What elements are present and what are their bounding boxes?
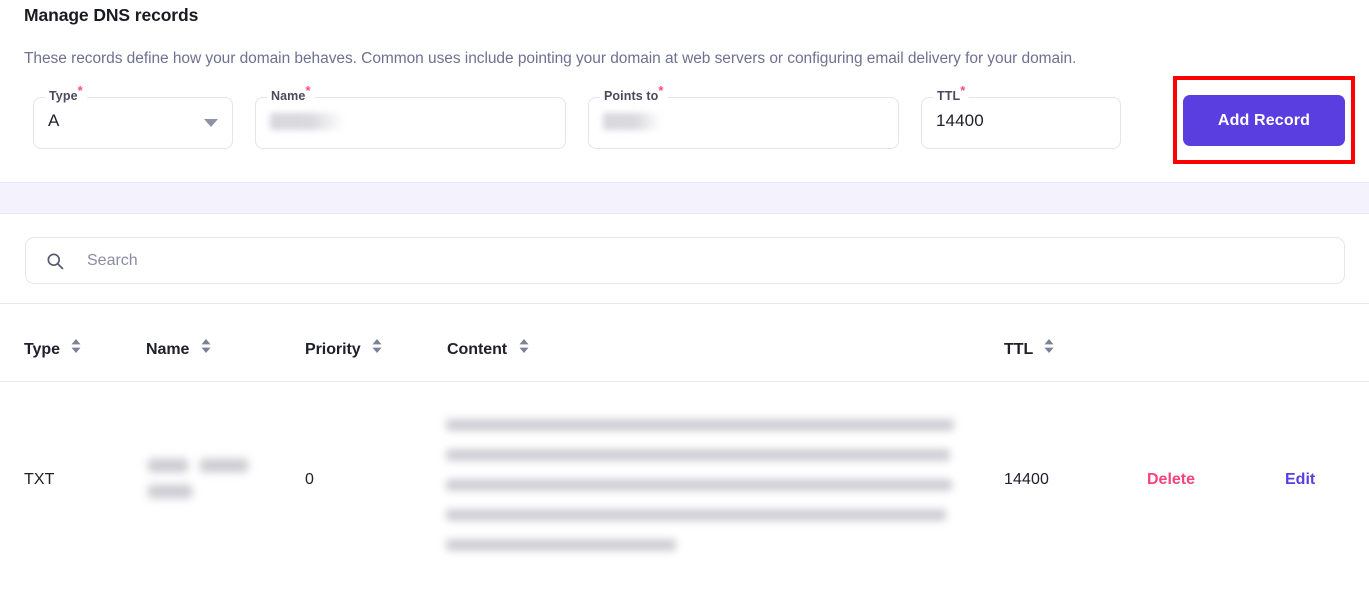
column-header-ttl-label: TTL [1004, 341, 1033, 358]
edit-button[interactable]: Edit [1285, 471, 1315, 489]
divider-below-header [0, 381, 1369, 382]
add-record-form: Type* A Name* Points to* TTL* 14400 [0, 84, 1369, 166]
cell-content-redacted [446, 408, 958, 558]
points-to-value-redacted [603, 113, 661, 130]
points-to-field[interactable]: Points to* [588, 84, 899, 149]
column-header-type[interactable]: Type [24, 339, 81, 359]
sort-icon [372, 339, 382, 353]
type-value: A [48, 111, 60, 130]
required-asterisk: * [77, 82, 83, 98]
sort-icon [71, 339, 81, 353]
dns-records-page: Manage DNS records These records define … [0, 0, 1369, 589]
required-asterisk: * [305, 82, 311, 98]
search-bar[interactable] [25, 237, 1345, 284]
column-header-content-label: Content [447, 341, 508, 358]
name-label: Name* [267, 84, 315, 103]
cell-name-redacted [148, 455, 252, 507]
required-asterisk: * [658, 82, 664, 98]
ttl-value: 14400 [936, 111, 984, 130]
column-header-priority[interactable]: Priority [305, 339, 382, 359]
name-field[interactable]: Name* [255, 84, 566, 149]
page-title: Manage DNS records [24, 5, 199, 25]
ttl-label: TTL* [933, 84, 970, 103]
sort-icon [201, 339, 211, 353]
column-header-content[interactable]: Content [447, 339, 529, 359]
search-input[interactable] [87, 238, 1327, 283]
status-band [0, 182, 1369, 214]
divider-above-header [0, 303, 1369, 304]
add-record-button[interactable]: Add Record [1183, 95, 1345, 146]
points-to-label: Points to* [600, 84, 668, 103]
required-asterisk: * [960, 82, 966, 98]
search-icon [47, 253, 64, 270]
cell-priority: 0 [305, 471, 314, 488]
cell-type: TXT [24, 471, 55, 488]
column-header-priority-label: Priority [305, 341, 361, 358]
name-value-redacted [270, 113, 344, 130]
column-header-type-label: Type [24, 341, 60, 358]
chevron-down-icon [204, 119, 218, 127]
sort-icon [1044, 339, 1054, 353]
type-label: Type* [45, 84, 87, 103]
type-select[interactable]: Type* A [33, 84, 233, 149]
column-header-name[interactable]: Name [146, 339, 211, 359]
sort-icon [519, 339, 528, 353]
column-header-name-label: Name [146, 341, 190, 358]
cell-ttl: 14400 [1004, 471, 1049, 488]
ttl-field[interactable]: TTL* 14400 [921, 84, 1121, 149]
column-header-ttl[interactable]: TTL [1004, 339, 1054, 359]
delete-button[interactable]: Delete [1147, 471, 1195, 489]
page-description: These records define how your domain beh… [24, 50, 1077, 67]
